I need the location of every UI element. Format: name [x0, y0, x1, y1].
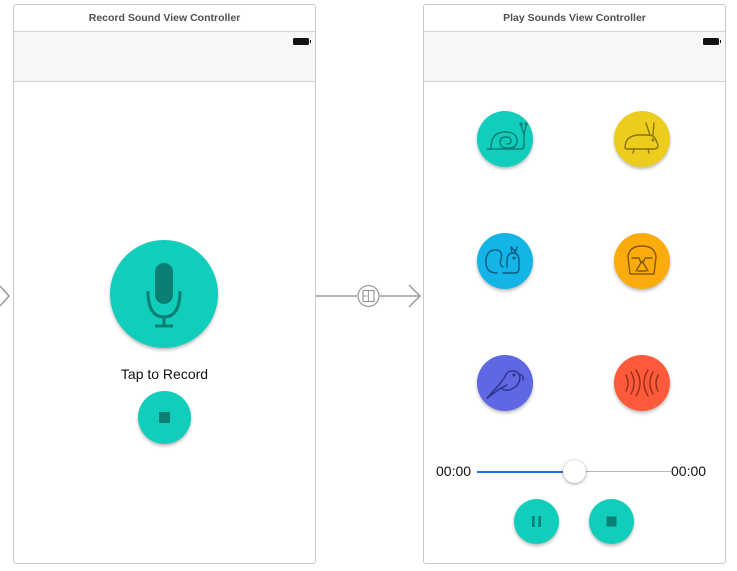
- echo-icon: [625, 369, 659, 397]
- incoming-arrow-icon: [0, 285, 11, 307]
- stop-recording-button[interactable]: [138, 391, 191, 444]
- record-label: Tap to Record: [120, 366, 209, 382]
- record-sound-scene[interactable]: Record Sound View Controller Tap to Reco…: [13, 4, 316, 564]
- segue-badge-icon[interactable]: [357, 284, 380, 308]
- record-button[interactable]: [110, 240, 218, 348]
- darth-vader-button[interactable]: [614, 233, 670, 289]
- pause-icon: [532, 516, 541, 527]
- parrot-icon: [486, 370, 524, 399]
- chipmunk-button[interactable]: [477, 233, 533, 289]
- reverb-button[interactable]: [614, 355, 670, 411]
- total-time-label: 00:00: [671, 463, 707, 479]
- stop-playback-button[interactable]: [589, 499, 634, 544]
- slider-track-filled[interactable]: [477, 471, 574, 473]
- snail-icon: [486, 122, 528, 150]
- battery-icon: [703, 38, 721, 45]
- play-sounds-scene[interactable]: Play Sounds View Controller 00:00 00:00: [423, 4, 726, 564]
- slider-thumb[interactable]: [563, 460, 586, 483]
- navigation-bar: [424, 32, 725, 82]
- darth-vader-icon: [627, 245, 657, 275]
- chipmunk-icon: [485, 246, 520, 274]
- navigation-bar: [14, 32, 315, 82]
- scene-title[interactable]: Record Sound View Controller: [14, 5, 315, 32]
- slider-track-empty[interactable]: [574, 471, 671, 472]
- current-time-label: 00:00: [436, 463, 472, 479]
- battery-icon: [293, 38, 311, 45]
- rabbit-button[interactable]: [614, 111, 670, 167]
- pause-button[interactable]: [514, 499, 559, 544]
- stop-icon: [159, 412, 170, 423]
- snail-button[interactable]: [477, 111, 533, 167]
- stop-icon: [606, 516, 617, 527]
- parrot-button[interactable]: [477, 355, 533, 411]
- rabbit-icon: [624, 122, 659, 154]
- scene-title[interactable]: Play Sounds View Controller: [424, 5, 725, 32]
- microphone-icon: [146, 263, 182, 328]
